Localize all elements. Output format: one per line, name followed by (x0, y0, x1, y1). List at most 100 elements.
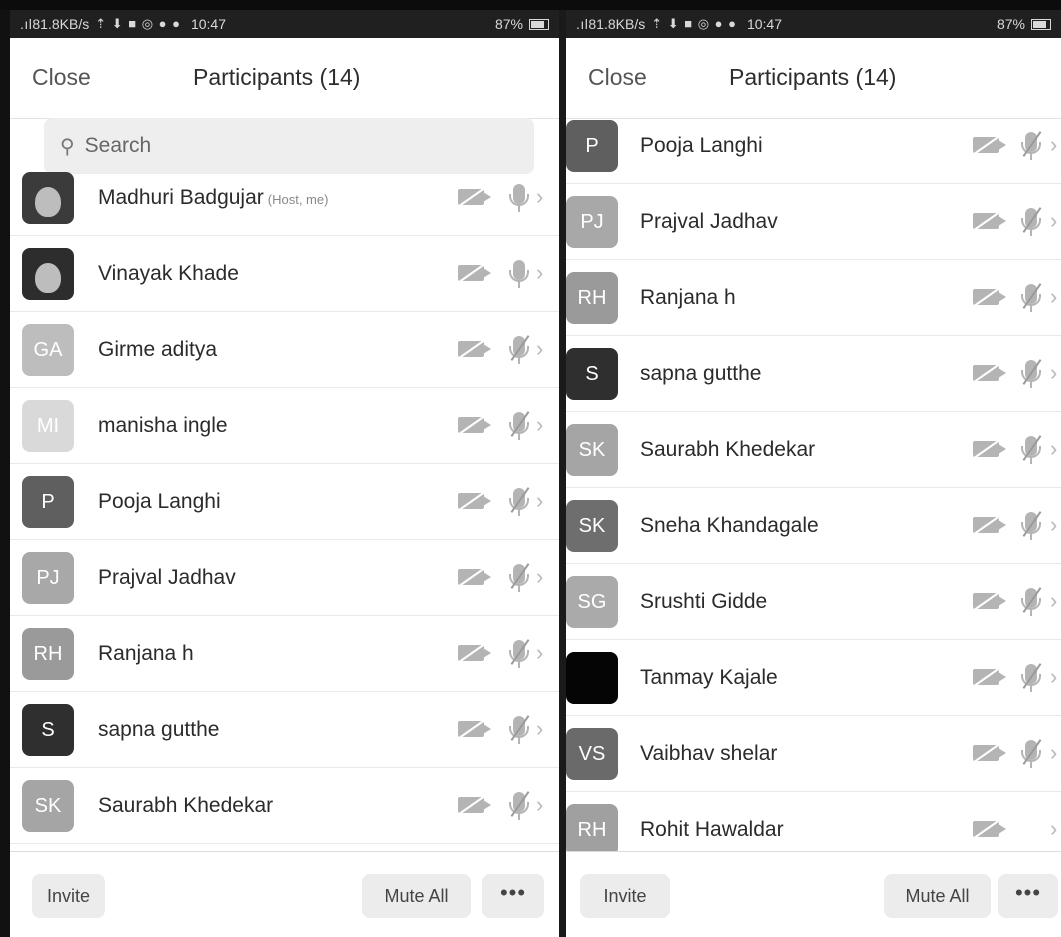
participants-screen-left: .ıl 81.8KB/s ⇡ ⬇ ■ ◎ ● ● 10:47 87% Close… (10, 10, 559, 937)
participant-name: manisha ingle (98, 414, 228, 438)
participant-row[interactable]: PJ Prajval Jadhav › (10, 540, 559, 616)
participant-name-text: Pooja Langhi (640, 133, 763, 157)
signal-icon: .ıl (20, 16, 33, 32)
participant-role-tag: (Host, me) (267, 191, 329, 207)
battery-icon (529, 18, 549, 30)
notification-icons: ⇡ ⬇ ■ ◎ ● ● (651, 16, 737, 31)
participant-name-text: Ranjana h (640, 285, 736, 309)
mic-muted-icon (509, 487, 530, 516)
participant-row[interactable]: GA Girme aditya › (10, 312, 559, 388)
participant-row[interactable]: SG Srushti Gidde › (566, 564, 1061, 640)
video-off-icon (972, 362, 1006, 384)
participant-name-text: Saurabh Khedekar (640, 437, 816, 461)
video-off-icon (972, 438, 1006, 460)
mic-muted-icon (1021, 587, 1042, 616)
mic-muted-icon (1021, 283, 1042, 312)
mute-all-button[interactable]: Mute All (884, 874, 991, 918)
participant-row[interactable]: SK Saurabh Khedekar › (10, 768, 559, 844)
close-button[interactable]: Close (588, 64, 647, 91)
participant-row[interactable]: VS Vaibhav shelar › (566, 716, 1061, 792)
video-off-icon (457, 414, 491, 436)
video-off-icon (457, 794, 491, 816)
screen-divider (559, 10, 566, 937)
avatar: RH (566, 272, 618, 324)
participant-row[interactable]: RH Ranjana h › (566, 260, 1061, 336)
participant-name-text: Prajval Jadhav (98, 565, 236, 589)
participant-name: sapna gutthe (640, 362, 761, 386)
avatar: PJ (566, 196, 618, 248)
more-icon: ••• (499, 880, 527, 905)
header: Close Participants (14) (566, 38, 1061, 119)
chevron-right-icon: › (536, 716, 544, 741)
participant-row[interactable]: RH Ranjana h › (10, 616, 559, 692)
mic-muted-icon (509, 563, 530, 592)
mic-muted-icon (1021, 359, 1042, 388)
participant-row[interactable]: Ssapna gutthe › (10, 692, 559, 768)
invite-button[interactable]: Invite (32, 874, 105, 918)
close-button[interactable]: Close (32, 64, 91, 91)
avatar: MI (22, 400, 74, 452)
mic-muted-icon (1021, 131, 1042, 160)
status-bar: .ıl 81.8KB/s ⇡ ⬇ ■ ◎ ● ● 10:47 87% (10, 10, 559, 38)
participant-row[interactable]: Tanmay Kajale › (566, 640, 1061, 716)
avatar-photo (35, 187, 61, 217)
avatar: RH (22, 628, 74, 680)
participant-name: Girme aditya (98, 338, 217, 362)
avatar: RH (566, 804, 618, 856)
avatar: VS (566, 728, 618, 780)
video-off-icon (457, 338, 491, 360)
avatar: S (566, 348, 618, 400)
participant-row[interactable]: Ssapna gutthe › (566, 336, 1061, 412)
participant-name-text: Prajval Jadhav (640, 209, 778, 233)
participant-name: Saurabh Khedekar (640, 438, 815, 462)
video-off-icon (457, 642, 491, 664)
avatar: SG (566, 576, 618, 628)
participant-name-text: Pooja Langhi (98, 489, 221, 513)
avatar: S (22, 704, 74, 756)
video-off-icon (972, 514, 1006, 536)
video-off-icon (972, 742, 1006, 764)
chevron-right-icon: › (1050, 208, 1058, 233)
participant-name: Rohit Hawaldar (640, 818, 784, 842)
header: Close Participants (14) (10, 38, 559, 119)
participant-row[interactable]: PJ Prajval Jadhav › (566, 184, 1061, 260)
participant-name-text: sapna gutthe (98, 717, 220, 741)
participant-row[interactable]: P Pooja Langhi › (566, 108, 1061, 184)
clock: 10:47 (746, 16, 783, 32)
more-button[interactable]: ••• (998, 874, 1058, 918)
participant-row[interactable]: Vinayak Khade › (10, 236, 559, 312)
participant-name: Vinayak Khade (98, 262, 239, 286)
chevron-right-icon: › (1050, 512, 1058, 537)
chevron-right-icon: › (536, 488, 544, 513)
participant-row[interactable]: SK Saurabh Khedekar › (566, 412, 1061, 488)
footer-toolbar: Invite Mute All ••• (10, 851, 559, 937)
participant-row[interactable]: P Pooja Langhi › (10, 464, 559, 540)
video-off-icon (972, 590, 1006, 612)
participant-name-text: Ranjana h (98, 641, 194, 665)
participant-name-text: Girme aditya (98, 337, 218, 361)
chevron-right-icon: › (536, 260, 544, 285)
invite-button[interactable]: Invite (580, 874, 670, 918)
participant-row[interactable]: SK Sneha Khandagale › (566, 488, 1061, 564)
participant-name-text: manisha ingle (98, 413, 228, 437)
chevron-right-icon: › (1050, 740, 1058, 765)
participant-row[interactable]: MI manisha ingle › (10, 388, 559, 464)
mic-icon (509, 260, 529, 288)
more-button[interactable]: ••• (482, 874, 544, 918)
search-placeholder: Search (84, 134, 152, 157)
mic-muted-icon (1021, 739, 1042, 768)
chevron-right-icon: › (1050, 664, 1058, 689)
participant-name: Srushti Gidde (640, 590, 767, 614)
mute-all-button[interactable]: Mute All (362, 874, 471, 918)
participant-name-text: Saurabh Khedekar (98, 793, 274, 817)
avatar: SK (566, 500, 618, 552)
chevron-right-icon: › (1050, 436, 1058, 461)
video-off-icon (972, 818, 1006, 840)
avatar: P (22, 476, 74, 528)
participant-row[interactable]: Madhuri Badgujar (Host, me) › (10, 160, 559, 236)
chevron-right-icon: › (536, 184, 544, 209)
footer-toolbar: Invite Mute All ••• (566, 851, 1061, 937)
network-speed: 81.8KB/s (588, 16, 646, 32)
mic-muted-icon (1021, 511, 1042, 540)
participant-name-text: Rohit Hawaldar (640, 817, 784, 841)
